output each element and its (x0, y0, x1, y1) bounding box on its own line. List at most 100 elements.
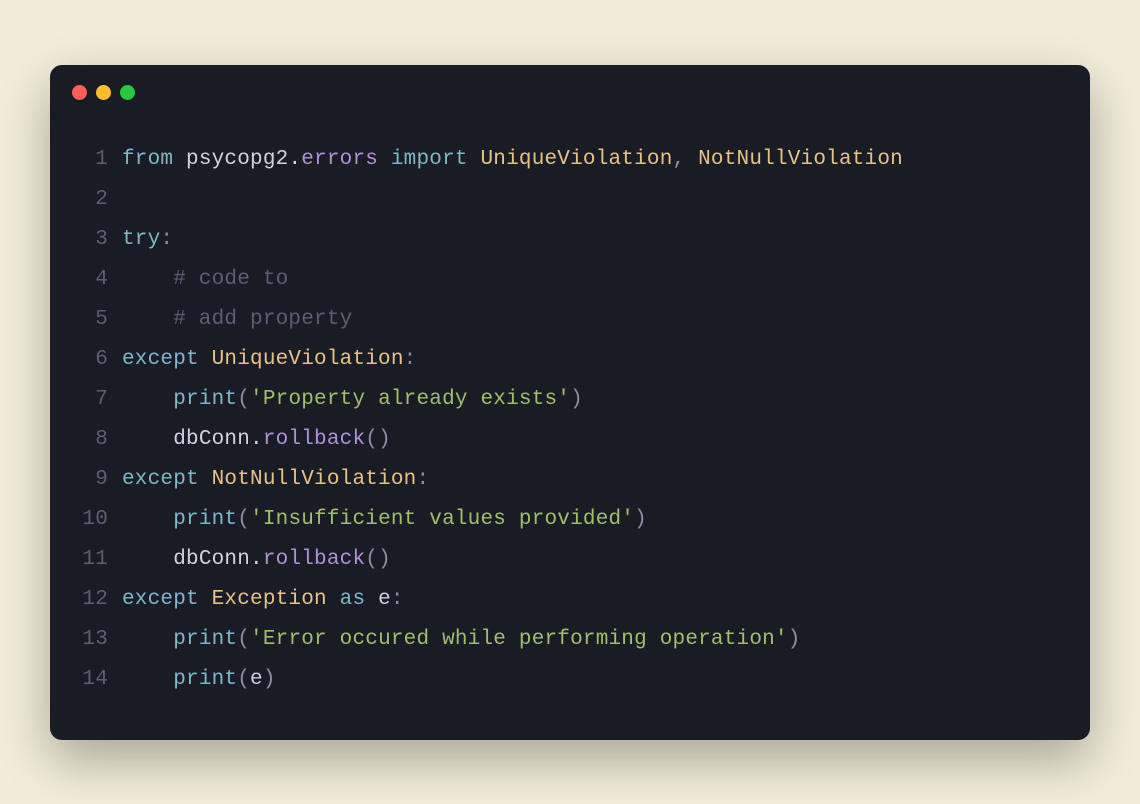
code-token (122, 388, 173, 411)
line-number: 14 (80, 668, 122, 691)
code-line[interactable]: 6except UniqueViolation: (80, 340, 1060, 380)
code-token: ) (788, 628, 801, 651)
code-token (122, 548, 173, 571)
code-content[interactable]: print('Property already exists') (122, 388, 583, 411)
code-token: ( (237, 668, 250, 691)
code-token: ) (634, 508, 647, 531)
line-number: 11 (80, 548, 122, 571)
code-content[interactable]: except Exception as e: (122, 588, 404, 611)
code-content[interactable]: except UniqueViolation: (122, 348, 416, 371)
code-line[interactable]: 9except NotNullViolation: (80, 460, 1060, 500)
code-token: except (122, 468, 212, 491)
code-token: try (122, 228, 160, 251)
code-line[interactable]: 1from psycopg2.errors import UniqueViola… (80, 140, 1060, 180)
code-content[interactable]: print('Insufficient values provided') (122, 508, 647, 531)
maximize-icon[interactable] (120, 85, 135, 100)
code-content[interactable]: from psycopg2.errors import UniqueViolat… (122, 148, 903, 171)
code-token: : (404, 348, 417, 371)
code-token: . (250, 548, 263, 571)
code-token (122, 628, 173, 651)
line-number: 8 (80, 428, 122, 451)
code-content[interactable]: print('Error occured while performing op… (122, 628, 801, 651)
line-number: 5 (80, 308, 122, 331)
line-number: 13 (80, 628, 122, 651)
line-number: 2 (80, 188, 122, 211)
code-line[interactable]: 3try: (80, 220, 1060, 260)
line-number: 9 (80, 468, 122, 491)
line-number: 12 (80, 588, 122, 611)
code-line[interactable]: 11 dbConn.rollback() (80, 540, 1060, 580)
code-line[interactable]: 14 print(e) (80, 660, 1060, 700)
code-line[interactable]: 5 # add property (80, 300, 1060, 340)
code-line[interactable]: 13 print('Error occured while performing… (80, 620, 1060, 660)
code-token: errors (301, 148, 378, 171)
code-token: rollback (263, 428, 365, 451)
code-window: 1from psycopg2.errors import UniqueViola… (50, 65, 1090, 740)
close-icon[interactable] (72, 85, 87, 100)
code-token: () (365, 428, 391, 451)
code-token: ) (570, 388, 583, 411)
code-content[interactable]: print(e) (122, 668, 276, 691)
code-line[interactable]: 8 dbConn.rollback() (80, 420, 1060, 460)
line-number: 1 (80, 148, 122, 171)
code-token: except (122, 348, 212, 371)
code-token: except (122, 588, 212, 611)
code-token: print (173, 508, 237, 531)
code-token: e (378, 588, 391, 611)
code-token: : (416, 468, 429, 491)
code-token: from (122, 148, 186, 171)
code-token: dbConn (173, 548, 250, 571)
code-token: print (173, 628, 237, 651)
code-token (122, 428, 173, 451)
code-token (122, 668, 173, 691)
code-line[interactable]: 4 # code to (80, 260, 1060, 300)
code-token: UniqueViolation (480, 148, 672, 171)
line-number: 3 (80, 228, 122, 251)
code-token: Exception (212, 588, 327, 611)
code-token (122, 508, 173, 531)
code-token: ( (237, 388, 250, 411)
code-editor[interactable]: 1from psycopg2.errors import UniqueViola… (50, 110, 1090, 740)
code-token: ) (263, 668, 276, 691)
code-content[interactable]: # add property (122, 308, 352, 331)
code-token: ( (237, 628, 250, 651)
code-token: rollback (263, 548, 365, 571)
code-token: 'Insufficient values provided' (250, 508, 634, 531)
code-token: : (391, 588, 404, 611)
code-line[interactable]: 10 print('Insufficient values provided') (80, 500, 1060, 540)
code-token: import (378, 148, 480, 171)
code-token: NotNullViolation (212, 468, 417, 491)
code-content[interactable]: dbConn.rollback() (122, 428, 391, 451)
line-number: 4 (80, 268, 122, 291)
code-token: # add property (122, 308, 352, 331)
line-number: 6 (80, 348, 122, 371)
code-token: print (173, 388, 237, 411)
code-token: : (160, 228, 173, 251)
code-line[interactable]: 12except Exception as e: (80, 580, 1060, 620)
code-token: . (288, 148, 301, 171)
code-token: , (673, 148, 699, 171)
code-token: # code to (122, 268, 288, 291)
code-token: UniqueViolation (212, 348, 404, 371)
code-content[interactable]: except NotNullViolation: (122, 468, 429, 491)
code-token: () (365, 548, 391, 571)
code-content[interactable]: # code to (122, 268, 288, 291)
code-token: as (327, 588, 378, 611)
code-token: psycopg2 (186, 148, 288, 171)
code-content[interactable]: try: (122, 228, 173, 251)
window-titlebar (50, 65, 1090, 110)
code-token: e (250, 668, 263, 691)
code-token: ( (237, 508, 250, 531)
code-content[interactable]: dbConn.rollback() (122, 548, 391, 571)
code-token: . (250, 428, 263, 451)
code-line[interactable]: 2 (80, 180, 1060, 220)
code-token: 'Error occured while performing operatio… (250, 628, 788, 651)
code-token: NotNullViolation (698, 148, 903, 171)
code-token: 'Property already exists' (250, 388, 570, 411)
code-token: dbConn (173, 428, 250, 451)
minimize-icon[interactable] (96, 85, 111, 100)
line-number: 7 (80, 388, 122, 411)
line-number: 10 (80, 508, 122, 531)
code-line[interactable]: 7 print('Property already exists') (80, 380, 1060, 420)
code-token: print (173, 668, 237, 691)
